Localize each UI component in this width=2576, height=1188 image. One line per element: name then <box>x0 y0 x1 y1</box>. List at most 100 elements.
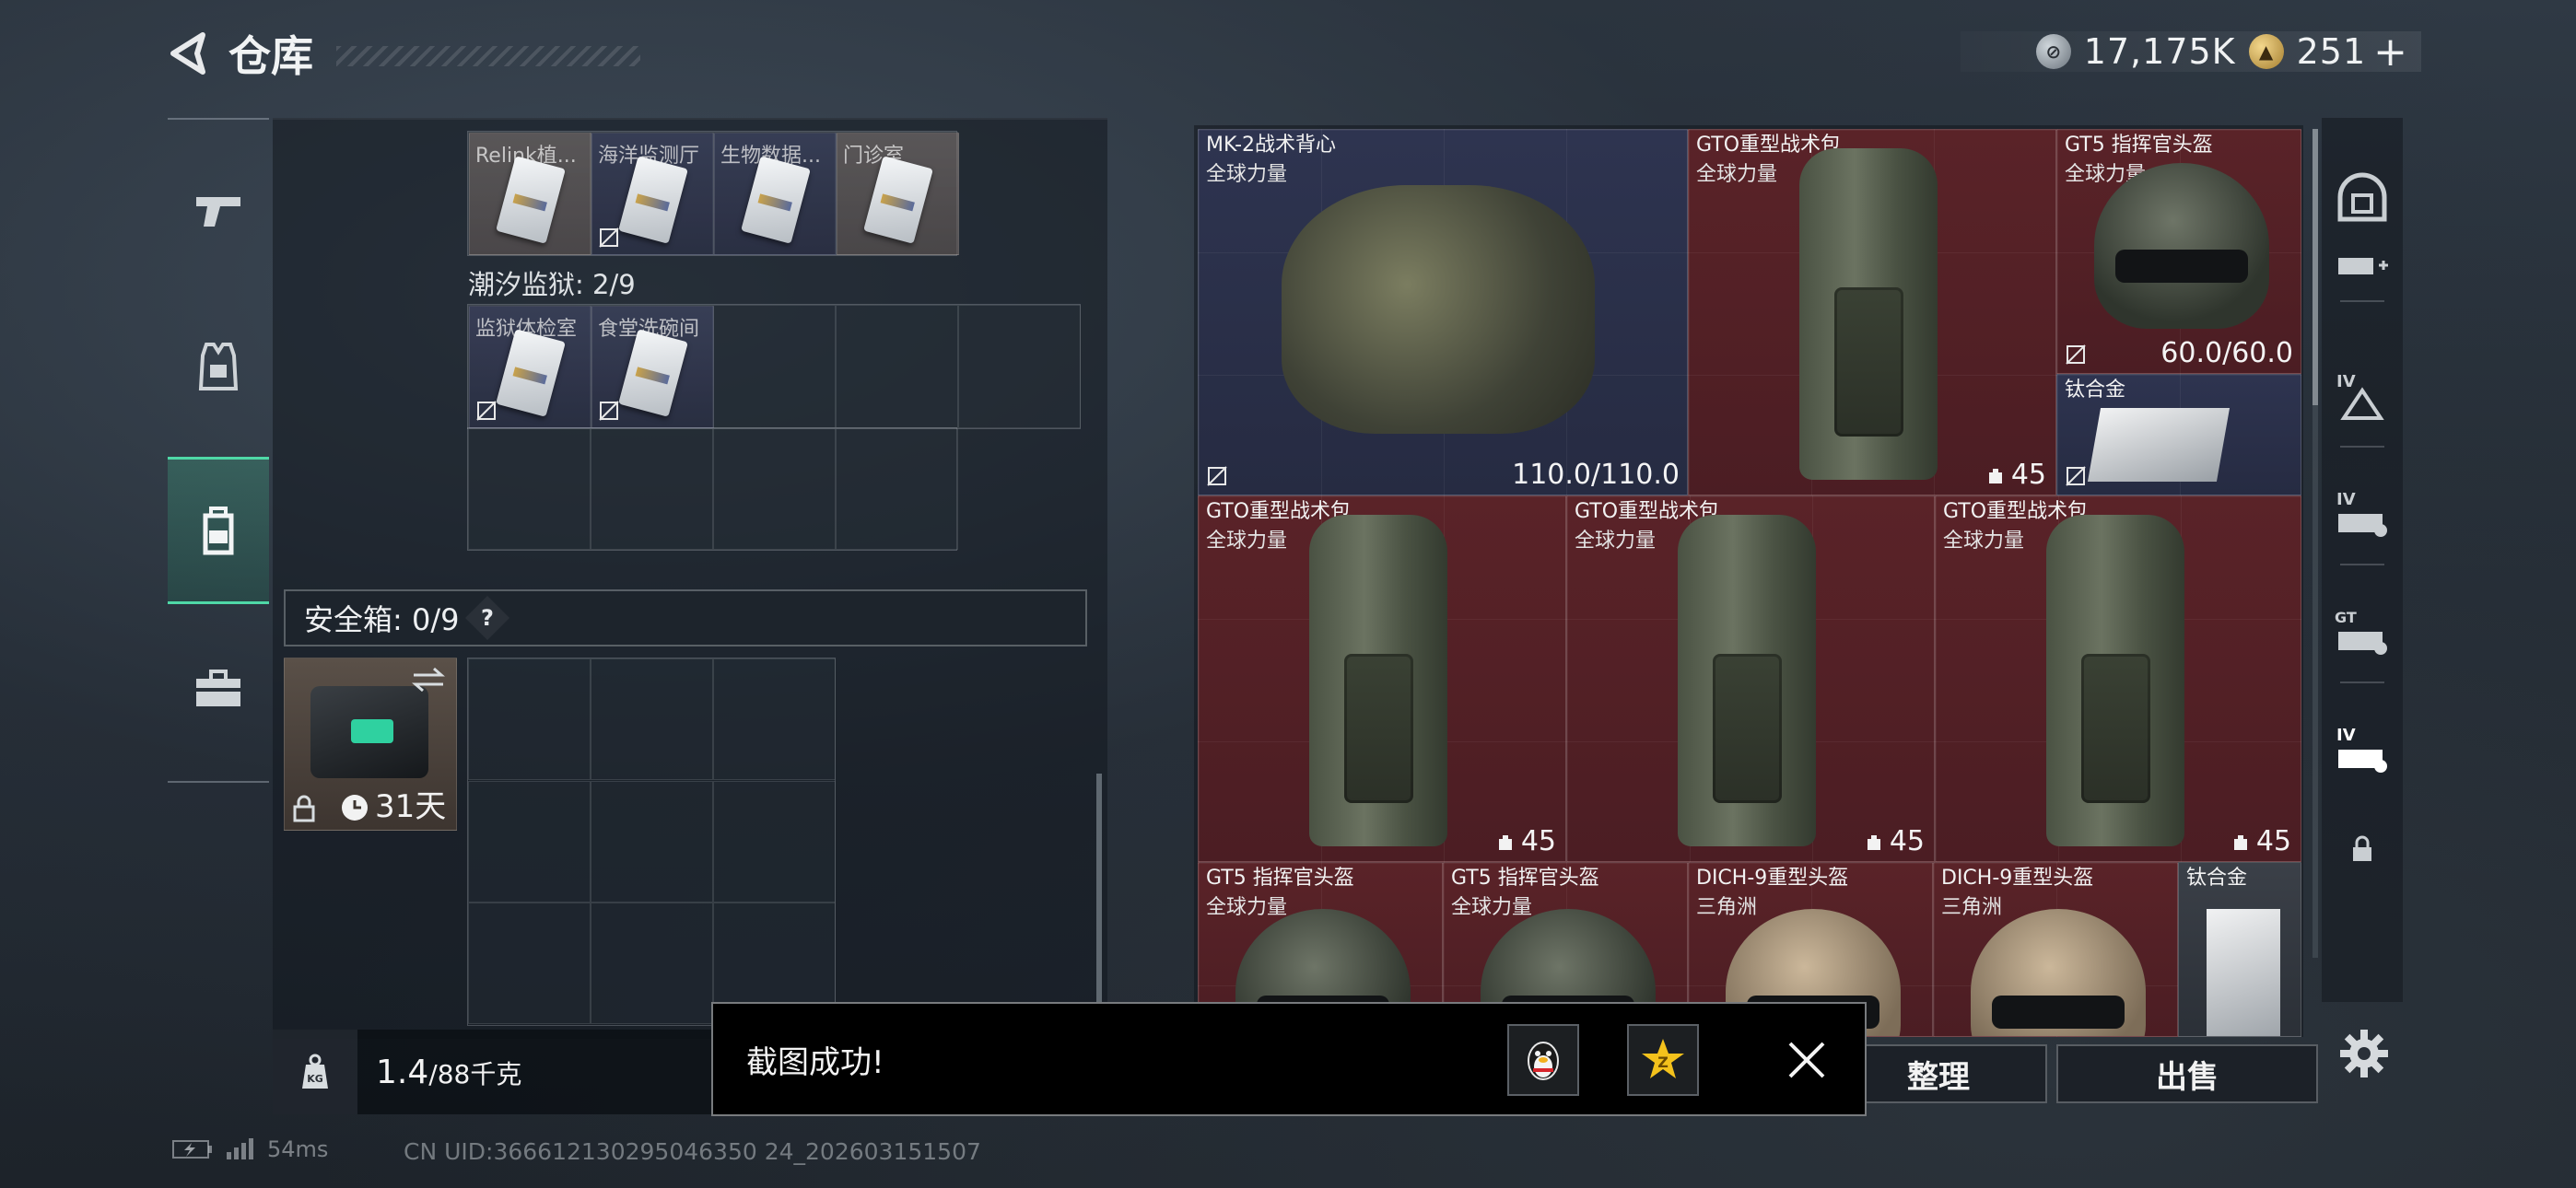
nav-divider <box>168 118 269 120</box>
close-icon <box>1788 1042 1825 1078</box>
keycard-icon <box>496 329 566 417</box>
keycard-slot[interactable]: 海洋监测厅 <box>591 132 714 255</box>
close-toast-button[interactable] <box>1771 1024 1843 1096</box>
nav-weapons[interactable] <box>168 136 269 284</box>
stash-item-vest[interactable]: MK-2战术背心 全球力量 110.0/110.0 <box>1198 129 1688 495</box>
stash-item-backpack[interactable]: GTO重型战术包 全球力量 45 <box>1566 495 1935 862</box>
filter-tier-iv-rig-selected[interactable]: IV <box>2322 704 2403 796</box>
keycard-item[interactable]: 食堂洗碗间 <box>591 306 714 428</box>
empty-slot[interactable] <box>591 780 713 903</box>
stash-panel: MK-2战术背心 全球力量 110.0/110.0 GTO重型战术包 全球力量 … <box>1194 125 2303 1037</box>
backpack-icon <box>203 507 234 555</box>
empty-slot[interactable] <box>468 780 591 903</box>
empty-slot[interactable] <box>468 428 591 550</box>
share-qq-button[interactable] <box>1507 1024 1579 1096</box>
stash-item-titanium[interactable]: 钛合金 <box>2178 862 2301 1037</box>
filter-tier-iv-helmet[interactable]: IV <box>2322 348 2403 440</box>
tier-iv-helmet-icon: IV <box>2336 372 2384 420</box>
nav-backpack[interactable] <box>168 457 269 604</box>
inventory-scrollbar[interactable] <box>1096 774 1102 1013</box>
empty-slot[interactable] <box>713 780 836 903</box>
battery-charging-icon <box>172 1140 212 1159</box>
empty-slot[interactable] <box>713 305 836 428</box>
keycard-slot[interactable]: 监狱体检室 <box>468 305 591 428</box>
no-trade-icon <box>599 401 619 421</box>
stash-item-backpack[interactable]: GTO重型战术包 全球力量 45 <box>1198 495 1566 862</box>
keycard-item[interactable]: Relink植... <box>469 133 591 255</box>
item-capacity: 45 <box>1864 825 1925 857</box>
prison-keycard-count: 潮汐监狱: 2/9 <box>468 269 636 300</box>
briefcase-icon <box>196 670 240 706</box>
stash-item-heavy-helmet[interactable]: DICH-9重型头盔 三角洲 <box>1933 862 2178 1037</box>
user-uid: CN UID:366612130295046350 24_20260315150… <box>404 1138 981 1165</box>
keycard-item[interactable]: 监狱体检室 <box>469 306 591 428</box>
weight-icon-box: KG <box>273 1030 357 1114</box>
ping-value: 54ms <box>267 1136 329 1162</box>
keycard-icon <box>863 156 933 244</box>
no-trade-icon <box>2066 344 2086 365</box>
category-nav <box>168 118 269 783</box>
keycard-item[interactable]: 生物数据... <box>714 133 837 255</box>
item-faction: 全球力量 <box>1451 896 1533 919</box>
empty-slot[interactable] <box>591 658 713 780</box>
swap-icon[interactable] <box>410 666 447 693</box>
stash-item-titanium[interactable]: 钛合金 <box>2056 374 2301 495</box>
item-name: GT5 指挥官头盔 <box>1451 867 1599 890</box>
capacity-value: 45 <box>2010 459 2046 491</box>
filter-tier-iv-rig[interactable]: IV <box>2322 468 2403 560</box>
svg-text:IV: IV <box>2336 372 2356 391</box>
share-qzone-button[interactable]: Z <box>1627 1024 1699 1096</box>
keycard-slot[interactable]: Relink植... <box>468 132 591 255</box>
screenshot-toast: 截图成功! Z <box>711 1002 1867 1116</box>
keycard-slot[interactable]: 食堂洗碗间 <box>591 305 714 428</box>
gt-rig-icon: GT <box>2335 609 2387 655</box>
empty-slot[interactable] <box>958 305 1081 428</box>
keycard-item[interactable]: 门诊室 <box>837 133 959 255</box>
page-title: 仓库 <box>228 31 313 81</box>
safebox-header: 安全箱: 0/9 ? <box>284 589 1087 646</box>
helmet-image <box>1971 909 2146 1036</box>
stash-item-backpack[interactable]: GTO重型战术包 全球力量 45 <box>1688 129 2056 495</box>
nav-briefcase[interactable] <box>168 615 269 763</box>
no-trade-icon <box>1207 466 1227 486</box>
svg-text:IV: IV <box>2336 490 2356 509</box>
keycard-slot[interactable]: 门诊室 <box>836 132 959 255</box>
back-arrow-icon[interactable] <box>166 29 214 77</box>
nav-separator <box>2340 446 2384 448</box>
filter-gt-rig[interactable]: GT <box>2322 586 2403 678</box>
stash-item-helmet[interactable]: GT5 指挥官头盔 全球力量 60.0/60.0 <box>2056 129 2301 374</box>
empty-slot[interactable] <box>591 428 713 550</box>
capacity-icon <box>1988 468 2002 483</box>
nav-separator <box>2340 681 2384 683</box>
empty-slot[interactable] <box>836 428 958 550</box>
stash-item-backpack[interactable]: GTO重型战术包 全球力量 45 <box>1935 495 2301 862</box>
add-currency-button[interactable]: + <box>2373 29 2408 76</box>
status-footer: 54ms <box>171 1136 328 1162</box>
item-faction: 全球力量 <box>1943 530 2025 553</box>
weight-bar: KG 1.4/88千克 <box>273 1030 715 1114</box>
title-decoration <box>336 46 640 66</box>
keycard-item[interactable]: 海洋监测厅 <box>591 133 714 255</box>
no-trade-icon <box>2066 466 2086 486</box>
empty-slot[interactable] <box>713 428 836 550</box>
empty-slot[interactable] <box>468 658 591 780</box>
empty-slot[interactable] <box>591 903 713 1025</box>
empty-slot[interactable] <box>836 305 958 428</box>
empty-slot[interactable] <box>713 658 836 780</box>
no-trade-icon <box>476 401 497 421</box>
help-icon[interactable]: ? <box>465 595 510 641</box>
vest-icon <box>198 343 239 390</box>
weight-capacity: /88千克 <box>428 1058 522 1089</box>
keycard-slot[interactable]: 生物数据... <box>713 132 837 255</box>
empty-slot[interactable] <box>468 903 591 1025</box>
safe-case-item[interactable]: 31天 <box>284 658 457 831</box>
nav-equipment[interactable] <box>168 293 269 440</box>
weight-current: 1.4 <box>376 1053 429 1091</box>
no-trade-icon <box>599 227 619 248</box>
capacity-icon <box>2233 834 2247 850</box>
stash-scroll-thumb[interactable] <box>2313 129 2318 405</box>
sell-button[interactable]: 出售 <box>2056 1044 2318 1103</box>
filter-locked[interactable] <box>2322 803 2403 895</box>
filter-armor-add[interactable] <box>2322 221 2403 313</box>
settings-gear-icon[interactable] <box>2336 1026 2392 1081</box>
